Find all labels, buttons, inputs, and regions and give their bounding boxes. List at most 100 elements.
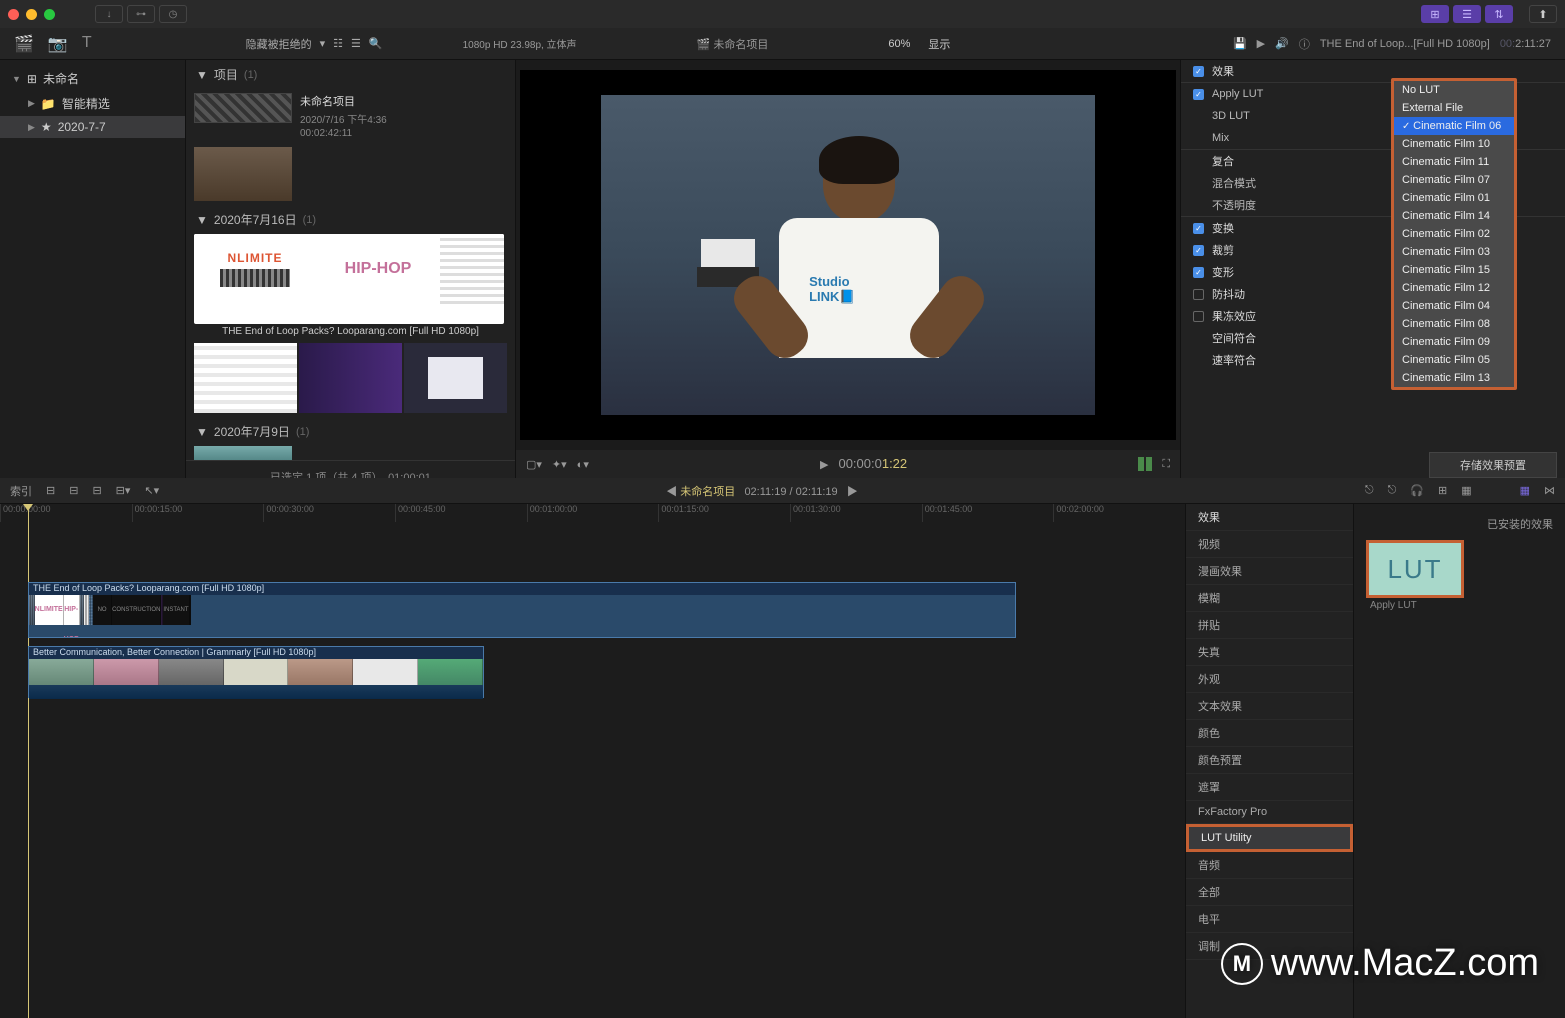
effect-category[interactable]: 电平: [1186, 906, 1353, 933]
timeline[interactable]: 00:00:00:0000:00:15:0000:00:30:0000:00:4…: [0, 504, 1185, 1018]
close-icon[interactable]: [8, 9, 19, 20]
tl-tool-icon[interactable]: ⊟▾: [116, 484, 131, 497]
lut-option[interactable]: Cinematic Film 12: [1394, 279, 1514, 297]
bg-tasks-button[interactable]: ◷: [159, 5, 187, 23]
lut-option[interactable]: Cinematic Film 07: [1394, 171, 1514, 189]
effect-category[interactable]: 遮罩: [1186, 774, 1353, 801]
clip-filmstrip-2[interactable]: [186, 339, 515, 417]
lut-option[interactable]: Cinematic Film 15: [1394, 261, 1514, 279]
info-icon[interactable]: ⓘ: [1299, 36, 1310, 52]
list-view-icon[interactable]: ☰: [351, 37, 361, 50]
arrow-icon[interactable]: ▶: [1257, 37, 1265, 50]
zoom-level[interactable]: 60%: [888, 38, 910, 50]
snap-icon[interactable]: ⊞: [1438, 484, 1447, 497]
event-row[interactable]: ▶★2020-7-7: [0, 116, 185, 138]
play-button[interactable]: ▶: [820, 458, 828, 471]
date-group-2[interactable]: ▼2020年7月9日 (1): [186, 417, 515, 446]
clip-thumbnail[interactable]: [194, 147, 292, 201]
smart-collection-row[interactable]: ▶📁智能精选: [0, 91, 185, 116]
effect-category[interactable]: 文本效果: [1186, 693, 1353, 720]
effect-category[interactable]: 失真: [1186, 639, 1353, 666]
library-row[interactable]: ▼⊞未命名: [0, 66, 185, 91]
effect-category[interactable]: 视频: [1186, 531, 1353, 558]
keyword-button[interactable]: ⊶: [127, 5, 155, 23]
tl-tool-icon[interactable]: ⊟: [69, 484, 78, 497]
fullscreen-icon[interactable]: ⛶: [1162, 458, 1170, 471]
lut-dropdown[interactable]: No LUTExternal FileCinematic Film 06Cine…: [1391, 78, 1517, 390]
timeline-ruler[interactable]: 00:00:00:0000:00:15:0000:00:30:0000:00:4…: [0, 504, 1185, 522]
effect-category[interactable]: 颜色: [1186, 720, 1353, 747]
effect-category[interactable]: 颜色预置: [1186, 747, 1353, 774]
share-button[interactable]: ⬆: [1529, 5, 1557, 23]
timeline-view-button[interactable]: ☰: [1453, 5, 1481, 23]
transform-tool-icon[interactable]: ▢▾: [526, 458, 542, 471]
lut-option[interactable]: Cinematic Film 11: [1394, 153, 1514, 171]
import-button[interactable]: ↓: [95, 5, 123, 23]
save-preset-button[interactable]: 存储效果预置: [1429, 452, 1557, 478]
lut-option[interactable]: Cinematic Film 13: [1394, 369, 1514, 387]
lut-option[interactable]: Cinematic Film 06: [1394, 117, 1514, 135]
browser-view-button[interactable]: ⊞: [1421, 5, 1449, 23]
timeline-clip-2[interactable]: Better Communication, Better Connection …: [28, 646, 484, 698]
transitions-icon[interactable]: ⋈: [1544, 484, 1555, 497]
prev-edit-icon[interactable]: ◀: [666, 486, 677, 498]
date-group-1[interactable]: ▼2020年7月16日 (1): [186, 205, 515, 234]
clip-duration: 2:11:27: [1515, 38, 1551, 50]
enhance-icon[interactable]: ✦▾: [552, 458, 567, 471]
lut-option[interactable]: Cinematic Film 09: [1394, 333, 1514, 351]
skimming-icon[interactable]: ⎋: [1365, 484, 1374, 497]
filter-dropdown[interactable]: 隐藏被拒绝的: [246, 36, 312, 52]
maximize-icon[interactable]: [44, 9, 55, 20]
effect-category[interactable]: 模糊: [1186, 585, 1353, 612]
lut-option[interactable]: Cinematic Film 10: [1394, 135, 1514, 153]
effect-category[interactable]: 外观: [1186, 666, 1353, 693]
project-thumbnail: [194, 93, 292, 123]
lut-option[interactable]: Cinematic Film 04: [1394, 297, 1514, 315]
effect-category[interactable]: 拼贴: [1186, 612, 1353, 639]
effect-category[interactable]: 音频: [1186, 852, 1353, 879]
retime-icon[interactable]: ◐▾: [577, 458, 589, 471]
effect-category[interactable]: FxFactory Pro: [1186, 801, 1353, 824]
effect-category[interactable]: LUT Utility: [1186, 824, 1353, 852]
timeline-clip-1[interactable]: THE End of Loop Packs? Looparang.com [Fu…: [28, 582, 1016, 638]
lut-option[interactable]: Cinematic Film 05: [1394, 351, 1514, 369]
effects-browser-icon[interactable]: ▦: [1520, 484, 1530, 497]
inspector-view-button[interactable]: ⇅: [1485, 5, 1513, 23]
ep-header: 效果: [1186, 504, 1353, 531]
tl-tool-icon[interactable]: ⊟: [92, 484, 101, 497]
tl-tool-icon[interactable]: ⊟: [46, 484, 55, 497]
solo-icon[interactable]: 🎧: [1410, 484, 1424, 497]
next-edit-icon[interactable]: ▶: [847, 486, 858, 498]
viewer-canvas[interactable]: StudioLINK📘: [520, 70, 1176, 440]
lut-option[interactable]: Cinematic Film 02: [1394, 225, 1514, 243]
library-icon[interactable]: 🎬: [14, 34, 34, 54]
lut-effect-thumbnail[interactable]: LUT: [1366, 540, 1464, 598]
save-icon[interactable]: 💾: [1233, 37, 1247, 50]
photos-icon[interactable]: 📷: [48, 34, 68, 54]
clip-appearance-icon[interactable]: ☷: [333, 37, 343, 50]
projects-header[interactable]: ▼项目 (1): [186, 60, 515, 89]
minimize-icon[interactable]: [26, 9, 37, 20]
clip-filmstrip[interactable]: NLIMITE HIP-HOP: [194, 234, 504, 324]
lut-option[interactable]: Cinematic Film 08: [1394, 315, 1514, 333]
titles-icon[interactable]: T: [82, 34, 92, 54]
display-menu[interactable]: 显示: [928, 36, 950, 52]
search-icon[interactable]: 🔍: [369, 37, 383, 50]
watermark: M www.MacZ.com: [1221, 942, 1539, 985]
effect-category[interactable]: 漫画效果: [1186, 558, 1353, 585]
index-button[interactable]: 索引: [10, 483, 32, 499]
tl-icon[interactable]: ▦: [1461, 484, 1471, 497]
effect-category[interactable]: 全部: [1186, 879, 1353, 906]
tl-select-tool-icon[interactable]: ↖▾: [144, 484, 159, 497]
lut-option[interactable]: Cinematic Film 03: [1394, 243, 1514, 261]
video-frame: StudioLINK📘: [601, 95, 1095, 415]
lut-option[interactable]: Cinematic Film 01: [1394, 189, 1514, 207]
lut-option[interactable]: External File: [1394, 99, 1514, 117]
lut-option[interactable]: No LUT: [1394, 81, 1514, 99]
installed-effects-label[interactable]: 已安装的效果: [1362, 512, 1557, 536]
lut-option[interactable]: Cinematic Film 14: [1394, 207, 1514, 225]
audio-skim-icon[interactable]: ⎋: [1388, 484, 1397, 497]
lut-effect-label: Apply LUT: [1362, 598, 1557, 613]
project-item[interactable]: 未命名项目 2020/7/16 下午4:36 00:02:42:11: [186, 89, 515, 143]
audio-icon[interactable]: 🔊: [1275, 37, 1289, 50]
